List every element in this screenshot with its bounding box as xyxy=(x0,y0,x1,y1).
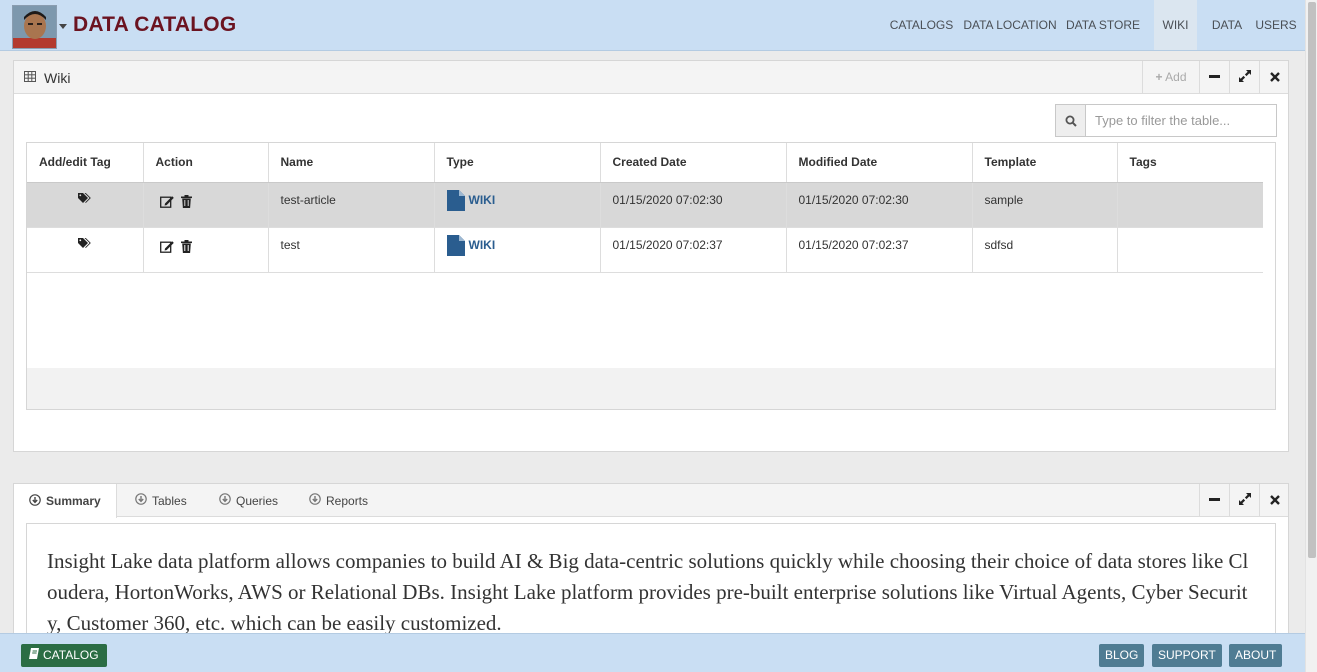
tags-icon[interactable] xyxy=(78,237,92,252)
table-row[interactable]: test-article WIKI 01/15/2020 07:02:30 01… xyxy=(27,182,1263,228)
filter-input[interactable] xyxy=(1087,105,1276,136)
top-navbar: DATA CATALOG CATALOGS DATA LOCATION DATA… xyxy=(0,0,1305,51)
modified-date-cell: 01/15/2020 07:02:30 xyxy=(786,182,973,228)
expand-icon xyxy=(1238,493,1251,508)
column-header-name[interactable]: Name xyxy=(268,143,435,183)
info-tabs: Summary Tables Queries Reports xyxy=(14,484,1289,518)
tab-queries[interactable]: Queries xyxy=(219,484,278,517)
circle-arrow-down-icon xyxy=(219,493,231,508)
book-icon xyxy=(29,644,39,667)
table-row[interactable]: test WIKI 01/15/2020 07:02:37 01/15/2020… xyxy=(27,227,1263,273)
name-cell: test-article xyxy=(268,182,435,228)
table-grid-icon xyxy=(24,71,36,85)
catalog-button[interactable]: CATALOG xyxy=(21,644,107,667)
minimize-button[interactable] xyxy=(1199,61,1229,94)
wiki-panel-title: Wiki xyxy=(44,70,71,86)
action-cell xyxy=(143,227,269,273)
minimize-button[interactable] xyxy=(1199,484,1229,517)
summary-text: Insight Lake data platform allows compan… xyxy=(47,549,1249,635)
catalog-button-label: CATALOG xyxy=(43,648,99,662)
brand-title[interactable]: DATA CATALOG xyxy=(73,13,236,37)
template-cell: sample xyxy=(972,182,1118,228)
tab-reports[interactable]: Reports xyxy=(309,484,368,517)
delete-icon[interactable] xyxy=(180,194,192,211)
expand-button[interactable] xyxy=(1229,61,1259,94)
nav-users[interactable]: USERS xyxy=(1252,0,1300,50)
nav-data[interactable]: DATA xyxy=(1208,0,1246,50)
table-filter xyxy=(1055,104,1277,137)
wiki-panel-header: Wiki + Add xyxy=(14,61,1288,94)
tab-summary[interactable]: Summary xyxy=(14,484,117,518)
wiki-table-container: Add/edit Tag Action Name Type Created Da… xyxy=(26,142,1276,410)
tag-cell xyxy=(27,182,144,228)
user-menu-caret-icon[interactable] xyxy=(59,24,67,29)
template-cell: sdfsd xyxy=(972,227,1118,273)
table-header-row: Add/edit Tag Action Name Type Created Da… xyxy=(27,143,1263,183)
type-cell: WIKI xyxy=(434,182,601,228)
file-icon xyxy=(446,234,465,259)
scrollbar-thumb[interactable] xyxy=(1308,2,1316,558)
support-button[interactable]: SUPPORT xyxy=(1152,644,1222,667)
expand-button[interactable] xyxy=(1229,484,1259,517)
wiki-table: Add/edit Tag Action Name Type Created Da… xyxy=(27,143,1263,273)
blog-button[interactable]: BLOG xyxy=(1099,644,1145,667)
tab-summary-label: Summary xyxy=(46,494,101,508)
tab-tables[interactable]: Tables xyxy=(135,484,187,517)
close-icon xyxy=(1269,71,1280,85)
add-button[interactable]: + Add xyxy=(1142,61,1199,94)
tags-cell xyxy=(1117,227,1263,273)
about-button[interactable]: ABOUT xyxy=(1229,644,1283,667)
plus-icon: + xyxy=(1155,70,1163,84)
column-header-action[interactable]: Action xyxy=(143,143,269,183)
edit-icon[interactable] xyxy=(159,195,175,211)
action-cell xyxy=(143,182,269,228)
column-header-modified-date[interactable]: Modified Date xyxy=(786,143,973,183)
tab-tables-label: Tables xyxy=(152,493,187,508)
circle-arrow-down-icon xyxy=(29,493,41,509)
search-icon xyxy=(1056,105,1086,136)
nav-catalogs[interactable]: CATALOGS xyxy=(884,0,959,50)
tags-icon[interactable] xyxy=(78,192,92,207)
nav-data-store[interactable]: DATA STORE xyxy=(1063,0,1143,50)
name-cell: test xyxy=(268,227,435,273)
column-header-created-date[interactable]: Created Date xyxy=(600,143,787,183)
footer-bar: CATALOG BLOG SUPPORT ABOUT xyxy=(0,633,1305,672)
minus-icon xyxy=(1209,494,1220,508)
circle-arrow-down-icon xyxy=(309,493,321,508)
tab-queries-label: Queries xyxy=(236,493,279,508)
column-header-add-edit-tag[interactable]: Add/edit Tag xyxy=(27,143,144,183)
close-button[interactable] xyxy=(1259,484,1289,517)
tag-cell xyxy=(27,227,144,273)
modified-date-cell: 01/15/2020 07:02:37 xyxy=(786,227,973,273)
column-header-template[interactable]: Template xyxy=(972,143,1118,183)
wiki-type-link[interactable]: WIKI xyxy=(469,238,496,252)
table-footer xyxy=(27,368,1275,409)
close-icon xyxy=(1269,494,1280,508)
nav-wiki[interactable]: WIKI xyxy=(1154,0,1197,50)
circle-arrow-down-icon xyxy=(135,493,147,508)
edit-icon[interactable] xyxy=(159,240,175,256)
page-scrollbar[interactable] xyxy=(1305,0,1317,672)
tab-reports-label: Reports xyxy=(326,493,369,508)
created-date-cell: 01/15/2020 07:02:37 xyxy=(600,227,787,273)
add-button-label: Add xyxy=(1165,70,1187,84)
column-header-tags[interactable]: Tags xyxy=(1117,143,1263,183)
file-icon xyxy=(446,189,465,214)
tags-cell xyxy=(1117,182,1263,228)
delete-icon[interactable] xyxy=(180,239,192,256)
nav-data-location[interactable]: DATA LOCATION xyxy=(962,0,1058,50)
user-avatar[interactable] xyxy=(12,5,57,49)
wiki-panel: Wiki + Add Type to filter the table... A… xyxy=(13,60,1289,452)
type-cell: WIKI xyxy=(434,227,601,273)
created-date-cell: 01/15/2020 07:02:30 xyxy=(600,182,787,228)
close-button[interactable] xyxy=(1259,61,1289,94)
minus-icon xyxy=(1209,71,1220,85)
wiki-type-link[interactable]: WIKI xyxy=(469,193,496,207)
column-header-type[interactable]: Type xyxy=(434,143,601,183)
expand-icon xyxy=(1238,70,1251,85)
